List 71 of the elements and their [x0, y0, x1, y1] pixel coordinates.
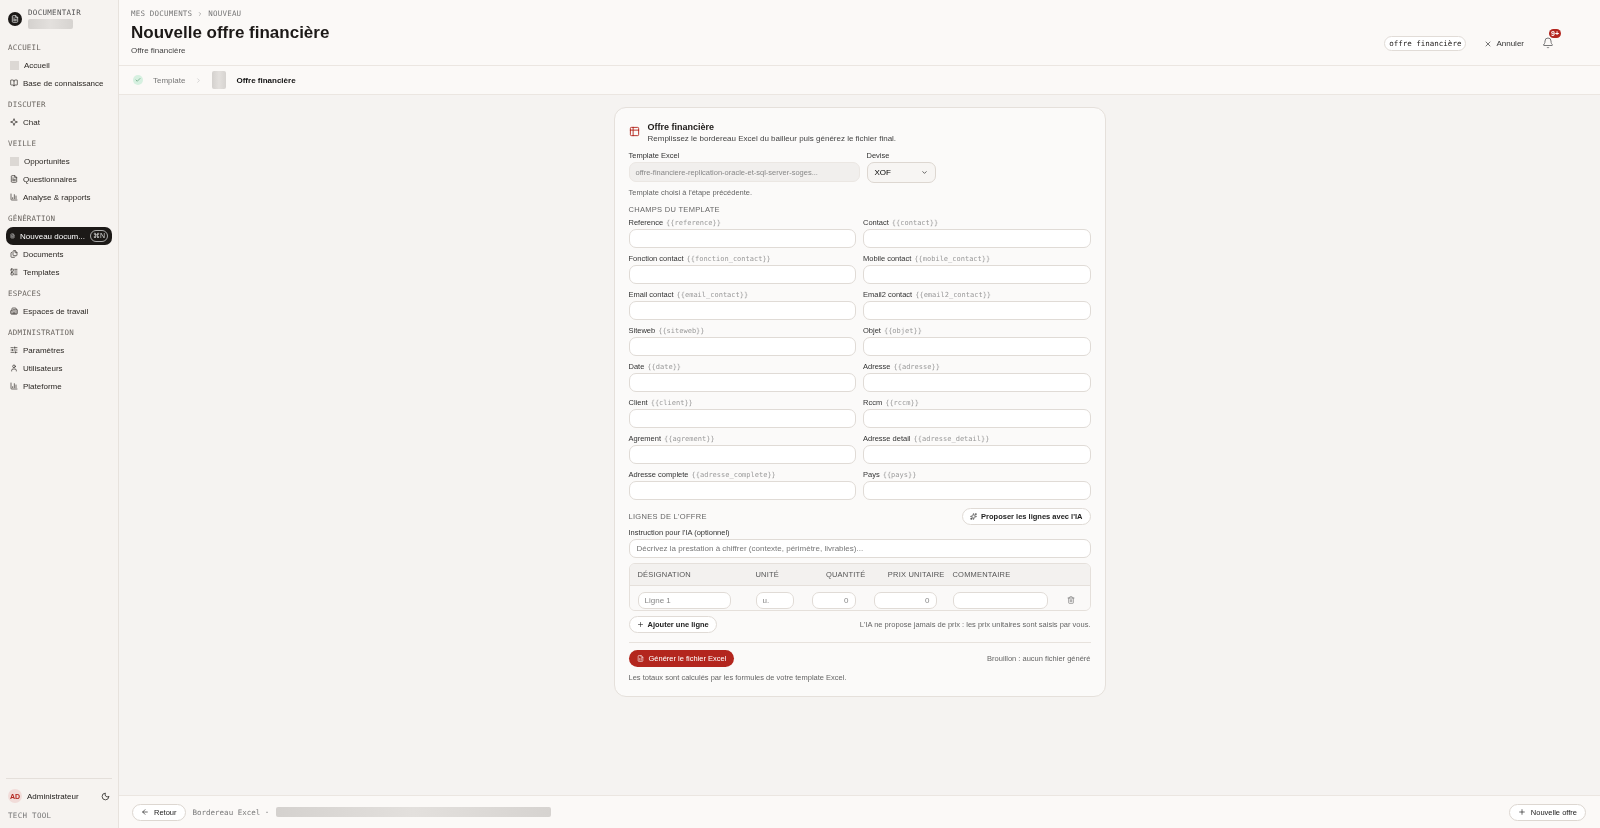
- sidebar-item[interactable]: Plateforme: [6, 377, 112, 395]
- delete-icon[interactable]: [1067, 596, 1075, 604]
- instruction-field[interactable]: Décrivez la prestation à chiffrer (contexte, périmètre, livrables)...: [628, 539, 1091, 558]
- card-description: Remplissez le bordereau Excel du bailleur puis générez le fichier final.: [647, 134, 897, 143]
- theme-toggle-icon[interactable]: [101, 791, 110, 801]
- card-title: Offre financière: [647, 122, 716, 132]
- input-field[interactable]: [628, 373, 856, 392]
- table-icon: [628, 126, 640, 137]
- bar-chart-icon: [10, 382, 18, 390]
- page-subtitle: Offre financière: [131, 46, 187, 55]
- input-field[interactable]: [863, 337, 1091, 356]
- page-title: Nouvelle offre financière: [131, 23, 330, 43]
- sidebar-item[interactable]: Accueil: [6, 56, 112, 74]
- arrow-left-icon: [141, 808, 149, 816]
- list-icon: [10, 268, 18, 276]
- sidebar-item[interactable]: Questionnaires: [6, 170, 112, 188]
- chevron-icon: [197, 10, 204, 17]
- sidebar-item[interactable]: Paramètres: [6, 341, 112, 359]
- sparkle-icon: [10, 118, 18, 126]
- sliders-icon: [10, 346, 18, 354]
- sidebar-item[interactable]: Templates: [6, 263, 112, 281]
- user-icon: [10, 364, 18, 372]
- sidebar-item[interactable]: Documents: [6, 245, 112, 263]
- quantity-field[interactable]: 0: [811, 591, 856, 609]
- input-field[interactable]: [628, 229, 856, 248]
- sidebar-item[interactable]: Analyse & rapports: [6, 188, 112, 206]
- input-field[interactable]: [628, 481, 856, 500]
- sidebar-item[interactable]: Chat: [6, 113, 112, 131]
- plus-icon: [636, 621, 644, 628]
- book-icon: [10, 79, 18, 87]
- input-field[interactable]: [863, 409, 1091, 428]
- document-icon: [10, 232, 15, 240]
- spreadsheet-icon: [636, 655, 644, 662]
- input-field[interactable]: [628, 301, 856, 320]
- input-field[interactable]: [863, 481, 1091, 500]
- sidebar-item[interactable]: Opportunites: [6, 152, 112, 170]
- bar-chart-icon: [10, 193, 18, 201]
- unit-field[interactable]: u.: [755, 591, 794, 609]
- document-icon: [10, 175, 18, 183]
- chevron-icon: [195, 76, 203, 84]
- step-label[interactable]: Offre financière: [236, 75, 296, 85]
- documents-icon: [10, 250, 18, 258]
- input-field[interactable]: [628, 265, 856, 284]
- close-icon: [1484, 39, 1493, 48]
- plus-icon: [1517, 808, 1526, 816]
- chevron-down-icon: [920, 169, 928, 176]
- input-field[interactable]: [628, 337, 856, 356]
- input-field[interactable]: [863, 301, 1091, 320]
- input-field[interactable]: [628, 409, 856, 428]
- input-field[interactable]: [863, 373, 1091, 392]
- comment-field[interactable]: [952, 591, 1048, 609]
- blurred-text: [28, 19, 73, 29]
- sidebar-item[interactable]: Espaces de travail: [6, 302, 112, 320]
- notifications-icon[interactable]: [1542, 36, 1554, 49]
- input-field[interactable]: [863, 229, 1091, 248]
- blank-square-icon: [10, 60, 19, 70]
- sidebar-item[interactable]: Utilisateurs: [6, 359, 112, 377]
- user-name: Administrateur: [27, 791, 80, 801]
- step-label[interactable]: Template: [153, 75, 186, 85]
- currency-select[interactable]: XOF: [866, 162, 936, 183]
- cancel-button[interactable]: Annuler: [1478, 38, 1530, 49]
- input-field[interactable]: [863, 265, 1091, 284]
- building-icon: [10, 307, 18, 315]
- logo-icon: [8, 11, 22, 26]
- sidebar-item[interactable]: Base de connaissance: [6, 74, 112, 92]
- blank-square-icon: [10, 156, 19, 166]
- sparkles-icon: [970, 513, 978, 520]
- designation-field[interactable]: Ligne 1: [637, 591, 731, 609]
- price-field[interactable]: 0: [873, 591, 937, 609]
- input-field[interactable]: [628, 445, 856, 464]
- input-field[interactable]: [863, 445, 1091, 464]
